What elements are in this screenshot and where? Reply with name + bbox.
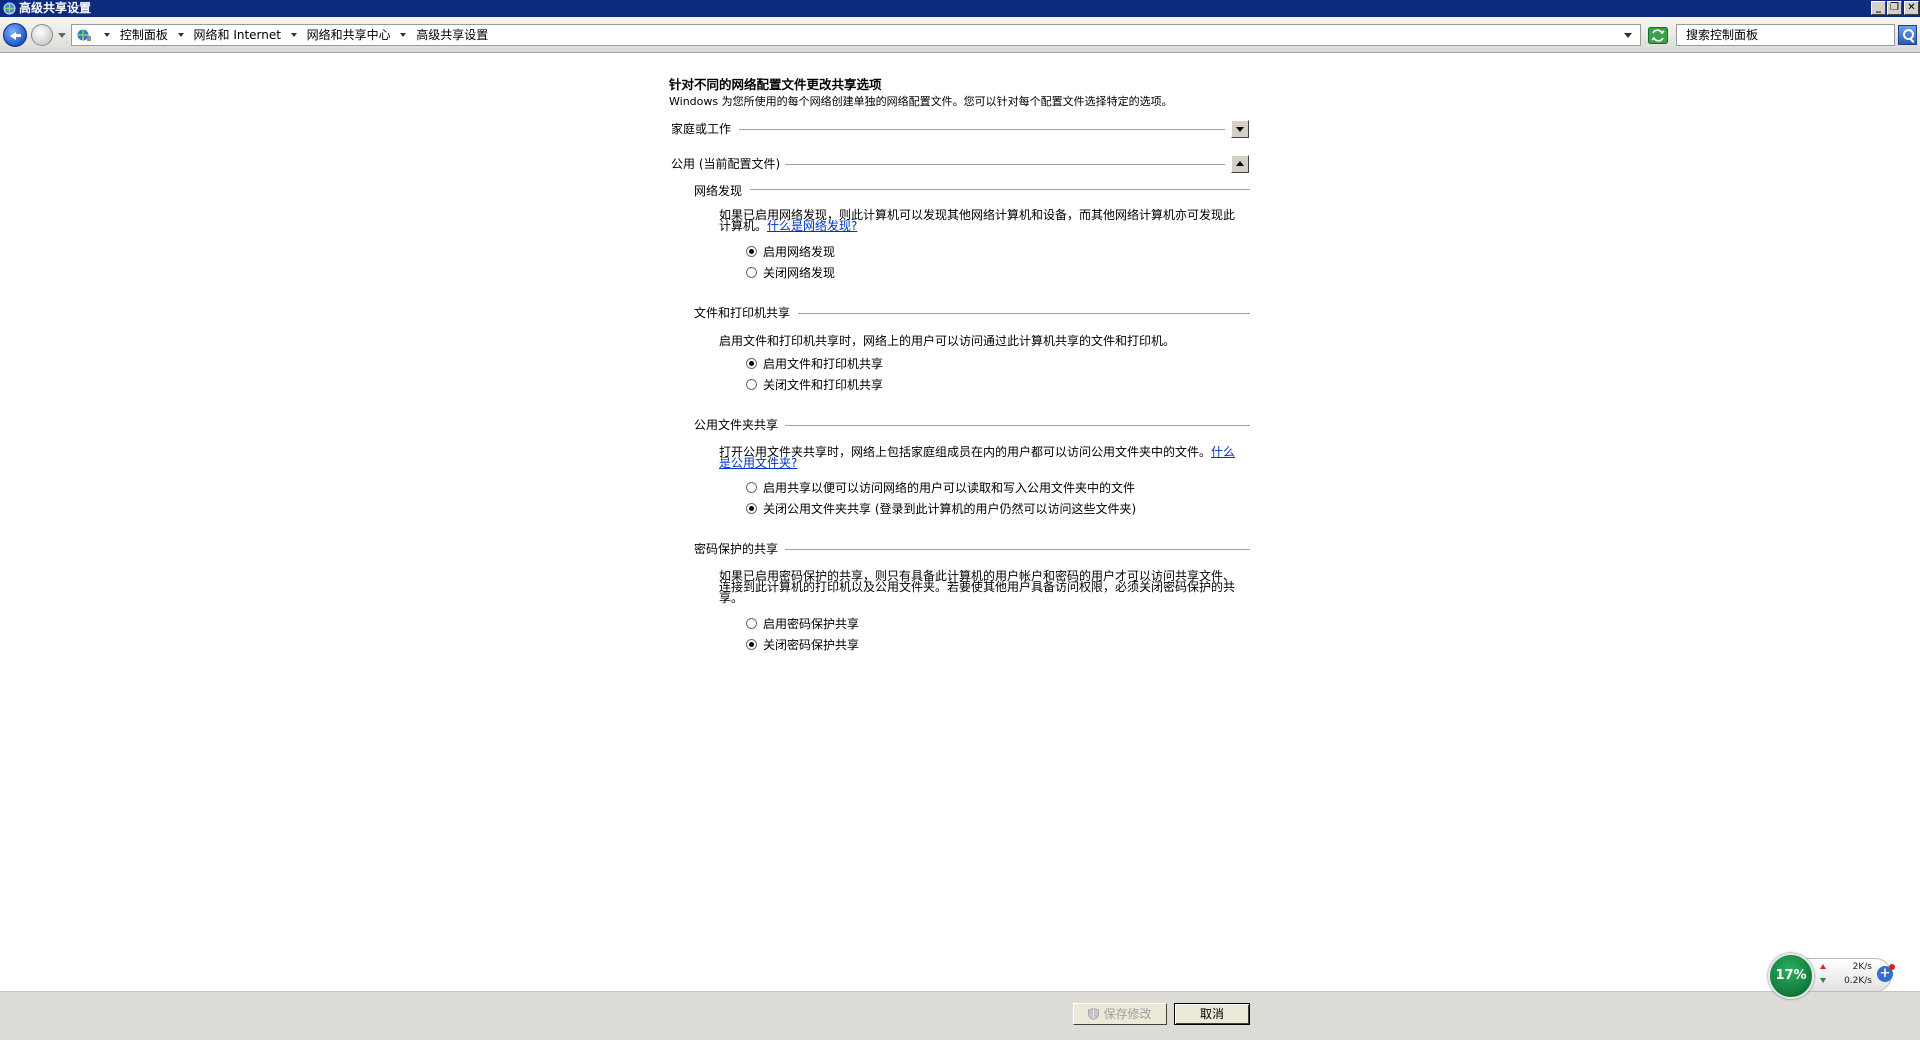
radio-button[interactable] xyxy=(746,503,757,514)
search-icon[interactable] xyxy=(1898,25,1917,45)
address-bar: 控制面板 网络和 Internet 网络和共享中心 高级共享设置 搜索控制面板 xyxy=(0,17,1920,53)
chevron-down-icon[interactable] xyxy=(290,32,297,37)
network-speed-widget[interactable]: 2K/s 0.2K/s 17% + xyxy=(1768,953,1895,999)
network-discovery-title: 网络发现 xyxy=(694,184,743,198)
restore-button[interactable]: ❐ xyxy=(1887,1,1902,15)
password-sharing-title: 密码保护的共享 xyxy=(694,542,779,556)
radio-disable-network-discovery[interactable]: 关闭网络发现 xyxy=(746,265,835,281)
divider xyxy=(798,313,1250,314)
public-folder-sharing-text: 打开公用文件夹共享时，网络上包括家庭组成员在内的用户都可以访问公用文件夹中的文件… xyxy=(719,445,1236,470)
chevron-down-icon[interactable] xyxy=(104,32,110,37)
password-sharing-text: 如果已启用密码保护的共享，则只有具备此计算机的用户帐户和密码的用户才可以访问共享… xyxy=(719,569,1236,605)
upload-speed: 2K/s xyxy=(1852,962,1872,972)
title-bar: 高级共享设置 _ ❐ ✕ xyxy=(0,0,1920,17)
radio-disable-file-printer-sharing[interactable]: 关闭文件和打印机共享 xyxy=(746,377,883,393)
network-discovery-help-link[interactable]: 什么是网络发现? xyxy=(767,219,857,233)
breadcrumb-network-sharing-center[interactable]: 网络和共享中心 xyxy=(307,25,391,45)
window-title: 高级共享设置 xyxy=(19,1,92,15)
profile-public-label[interactable]: 公用 (当前配置文件) xyxy=(671,155,780,172)
uac-shield-icon xyxy=(1088,1007,1100,1020)
network-discovery-text: 如果已启用网络发现，则此计算机可以发现其他网络计算机和设备，而其他网络计算机亦可… xyxy=(719,208,1236,233)
back-button[interactable] xyxy=(3,23,27,47)
upload-arrow-icon xyxy=(1820,964,1826,969)
expand-home-work-button[interactable] xyxy=(1231,120,1249,138)
breadcrumb-network-internet[interactable]: 网络和 Internet xyxy=(194,25,281,45)
divider xyxy=(785,425,1250,426)
divider xyxy=(785,549,1250,550)
chevron-down-icon[interactable] xyxy=(400,32,407,37)
usage-percent-badge[interactable]: 17% xyxy=(1768,953,1814,999)
forward-button[interactable] xyxy=(31,24,53,46)
cancel-button[interactable]: 取消 xyxy=(1174,1003,1250,1025)
radio-button[interactable] xyxy=(746,246,757,257)
radio-enable-file-printer-sharing[interactable]: 启用文件和打印机共享 xyxy=(746,356,883,372)
radio-enable-public-folder-sharing[interactable]: 启用共享以便可以访问网络的用户可以读取和写入公用文件夹中的文件 xyxy=(746,480,1135,496)
breadcrumb: 控制面板 网络和 Internet 网络和共享中心 高级共享设置 xyxy=(98,25,488,45)
action-bar: 保存修改 取消 xyxy=(0,991,1920,1040)
recent-pages-dropdown[interactable] xyxy=(58,33,66,38)
radio-enable-network-discovery[interactable]: 启用网络发现 xyxy=(746,244,835,260)
control-panel-icon xyxy=(77,29,91,41)
radio-disable-public-folder-sharing[interactable]: 关闭公用文件夹共享 (登录到此计算机的用户仍然可以访问这些文件夹) xyxy=(746,501,1136,517)
file-printer-sharing-title: 文件和打印机共享 xyxy=(694,306,791,320)
divider xyxy=(750,189,1250,190)
radio-button[interactable] xyxy=(746,618,757,629)
page-description: Windows 为您所使用的每个网络创建单独的网络配置文件。您可以针对每个配置文… xyxy=(669,95,1173,108)
minimize-button[interactable]: _ xyxy=(1871,1,1886,15)
breadcrumb-bar[interactable]: 控制面板 网络和 Internet 网络和共享中心 高级共享设置 xyxy=(71,24,1641,46)
save-changes-button[interactable]: 保存修改 xyxy=(1073,1003,1167,1025)
radio-disable-password-sharing[interactable]: 关闭密码保护共享 xyxy=(746,637,859,653)
breadcrumb-control-panel[interactable]: 控制面板 xyxy=(120,25,168,45)
download-speed: 0.2K/s xyxy=(1844,976,1872,986)
radio-enable-password-sharing[interactable]: 启用密码保护共享 xyxy=(746,616,859,632)
search-input[interactable]: 搜索控制面板 xyxy=(1676,24,1895,46)
address-history-dropdown[interactable] xyxy=(1624,33,1632,38)
file-printer-sharing-text: 启用文件和打印机共享时，网络上的用户可以访问通过此计算机共享的文件和打印机。 xyxy=(719,334,1176,348)
breadcrumb-advanced-sharing[interactable]: 高级共享设置 xyxy=(416,25,488,45)
download-arrow-icon xyxy=(1820,978,1826,983)
divider xyxy=(739,129,1225,130)
radio-button[interactable] xyxy=(746,639,757,650)
divider xyxy=(785,164,1225,165)
main-content: 针对不同的网络配置文件更改共享选项 Windows 为您所使用的每个网络创建单独… xyxy=(0,53,1920,991)
radio-button[interactable] xyxy=(746,379,757,390)
collapse-public-button[interactable] xyxy=(1231,155,1249,173)
radio-button[interactable] xyxy=(746,482,757,493)
radio-button[interactable] xyxy=(746,267,757,278)
radio-button[interactable] xyxy=(746,358,757,369)
network-icon xyxy=(3,2,16,15)
refresh-icon[interactable] xyxy=(1648,27,1668,44)
public-folder-sharing-title: 公用文件夹共享 xyxy=(694,418,779,432)
close-button[interactable]: ✕ xyxy=(1904,1,1919,15)
chevron-down-icon[interactable] xyxy=(177,32,184,37)
plus-icon[interactable]: + xyxy=(1877,964,1895,982)
page-title: 针对不同的网络配置文件更改共享选项 xyxy=(669,77,882,92)
profile-home-work-label[interactable]: 家庭或工作 xyxy=(671,120,731,137)
